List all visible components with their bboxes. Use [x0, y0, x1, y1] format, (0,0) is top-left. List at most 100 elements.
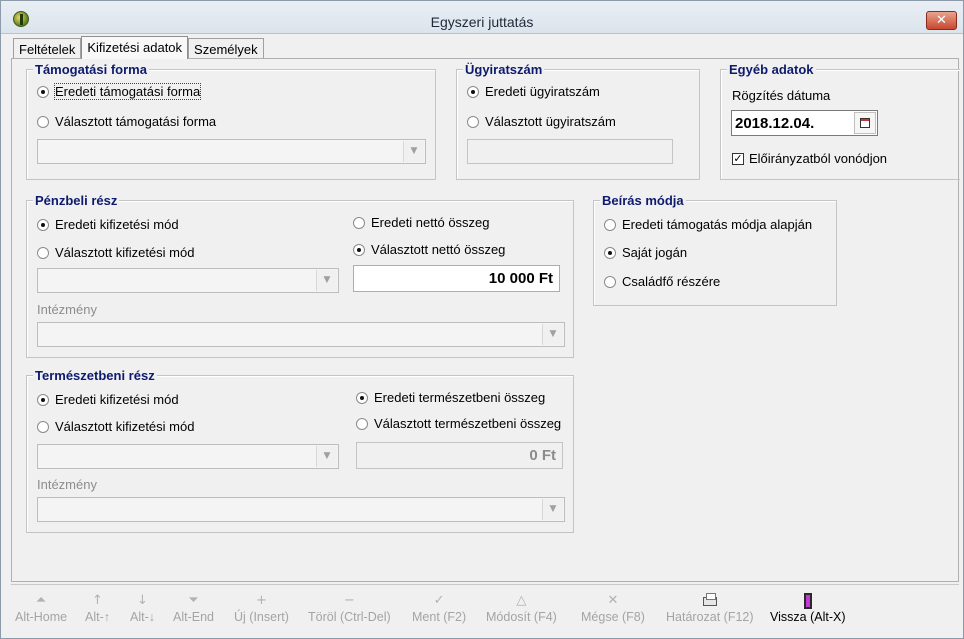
- modify-button[interactable]: △ Módosít (F4): [486, 593, 557, 624]
- group-ugyiratszam: Ügyiratszám Eredeti ügyiratszám Választo…: [456, 62, 700, 180]
- tab-szemelyek[interactable]: Személyek: [188, 38, 264, 59]
- group-egyeb-adatok: Egyéb adatok Rögzítés dátuma 2018.12.04.…: [720, 62, 960, 180]
- radio-label: Választott kifizetési mód: [55, 419, 195, 434]
- radio-label: Választott természetbeni összeg: [374, 416, 562, 431]
- netto-osszeg-value: 10 000 Ft: [488, 270, 553, 287]
- tab-bar: Feltételek Kifizetési adatok Személyek: [13, 36, 264, 59]
- exit-door-icon: [798, 593, 818, 609]
- radio-label: Eredeti támogatási forma: [53, 83, 202, 100]
- bottom-toolbar: ⏶ Alt-Home ↑ Alt-↑ ↓ Alt-↓ ⏷ Alt-End + Ú…: [11, 584, 959, 632]
- radio-term-eredeti-kifizetesi-mod[interactable]: Eredeti kifizetési mód: [37, 392, 179, 407]
- penz-intezmeny-select[interactable]: ▼: [37, 322, 565, 347]
- arrow-up-icon: ↑: [92, 593, 103, 608]
- radio-dot: [37, 85, 49, 98]
- printer-icon: [700, 593, 720, 609]
- radio-label: Választott támogatási forma: [55, 114, 217, 129]
- alt-home-button[interactable]: ⏶ Alt-Home: [15, 593, 67, 624]
- chevron-down-icon[interactable]: ▼: [316, 446, 337, 467]
- term-intezmeny-select[interactable]: ▼: [37, 497, 565, 522]
- chevron-down-icon[interactable]: ▼: [542, 324, 563, 345]
- group-title: Egyéb adatok: [727, 62, 816, 77]
- term-kifizetesi-mod-select[interactable]: ▼: [37, 444, 339, 469]
- radio-valasztott-tamogatasi-forma[interactable]: Választott támogatási forma: [37, 114, 216, 129]
- checkmark-icon: ✓: [433, 593, 445, 608]
- last-record-icon: ⏷: [188, 593, 199, 608]
- check-icon: ✓: [732, 151, 744, 165]
- termeszetbeni-osszeg-field[interactable]: 0 Ft: [356, 442, 563, 469]
- radio-eredeti-tamogatasi-forma[interactable]: Eredeti támogatási forma: [37, 83, 202, 100]
- rogzites-datuma-field[interactable]: 2018.12.04.: [731, 110, 878, 136]
- date-picker-button[interactable]: [854, 112, 876, 134]
- eloiranyzat-checkbox[interactable]: ✓ Előirányzatból vonódjon: [732, 151, 887, 166]
- tamogatasi-forma-select[interactable]: ▼: [37, 139, 426, 164]
- radio-eredeti-ugyiratszam[interactable]: Eredeti ügyiratszám: [467, 84, 600, 99]
- alt-down-button[interactable]: ↓ Alt-↓: [130, 593, 155, 624]
- radio-dot: [356, 417, 368, 430]
- radio-label: Választott nettó összeg: [371, 242, 506, 257]
- minus-icon: −: [343, 593, 355, 608]
- button-label: Határozat (F12): [666, 610, 754, 624]
- alt-up-button[interactable]: ↑ Alt-↑: [85, 593, 110, 624]
- save-button[interactable]: ✓ Ment (F2): [412, 593, 466, 624]
- resolution-button[interactable]: Határozat (F12): [666, 593, 754, 624]
- group-title: Támogatási forma: [33, 62, 149, 77]
- radio-valasztott-netto-osszeg[interactable]: Választott nettó összeg: [353, 242, 505, 257]
- radio-dot: [37, 246, 49, 259]
- radio-label: Eredeti támogatás módja alapján: [622, 217, 813, 232]
- radio-dot: [604, 275, 616, 288]
- button-label: Töröl (Ctrl-Del): [308, 610, 391, 624]
- radio-dot: [356, 391, 368, 404]
- first-record-icon: ⏶: [35, 593, 47, 608]
- ugyiratszam-field[interactable]: [467, 139, 673, 164]
- radio-dot: [604, 246, 616, 259]
- radio-label: Családfő részére: [622, 274, 721, 289]
- radio-dot: [467, 115, 479, 128]
- window-title: Egyszeri juttatás: [430, 14, 534, 30]
- tab-content: Támogatási forma Eredeti támogatási form…: [11, 58, 960, 582]
- radio-label: Eredeti természetbeni összeg: [374, 390, 546, 405]
- button-label: Alt-↓: [130, 610, 155, 624]
- radio-valasztott-ugyiratszam[interactable]: Választott ügyiratszám: [467, 114, 616, 129]
- group-penzbeli-resz: Pénzbeli rész Eredeti kifizetési mód Vál…: [26, 193, 574, 358]
- tab-feltetelek[interactable]: Feltételek: [13, 38, 82, 59]
- penz-kifizetesi-mod-select[interactable]: ▼: [37, 268, 339, 293]
- radio-eredeti-netto-osszeg[interactable]: Eredeti nettó összeg: [353, 215, 490, 230]
- radio-penz-eredeti-kifizetesi-mod[interactable]: Eredeti kifizetési mód: [37, 217, 179, 232]
- chevron-down-icon[interactable]: ▼: [316, 270, 337, 291]
- radio-label: Választott ügyiratszám: [485, 114, 616, 129]
- radio-sajat-jogan[interactable]: Saját jogán: [604, 245, 687, 260]
- arrow-down-icon: ↓: [137, 593, 148, 608]
- cancel-button[interactable]: ✕ Mégse (F8): [581, 593, 645, 624]
- button-label: Ment (F2): [412, 610, 467, 624]
- radio-csaladfo-reszere[interactable]: Családfő részére: [604, 274, 720, 289]
- checkbox-label: Előirányzatból vonódjon: [749, 151, 888, 166]
- chevron-down-icon[interactable]: ▼: [403, 141, 424, 162]
- back-button[interactable]: Vissza (Alt-X): [770, 593, 845, 624]
- radio-label: Eredeti nettó összeg: [371, 215, 490, 230]
- chevron-down-icon[interactable]: ▼: [542, 499, 563, 520]
- radio-label: Eredeti kifizetési mód: [55, 392, 179, 407]
- close-button[interactable]: ✕: [926, 11, 957, 30]
- alt-end-button[interactable]: ⏷ Alt-End: [173, 593, 214, 624]
- radio-term-valasztott-kifizetesi-mod[interactable]: Választott kifizetési mód: [37, 419, 194, 434]
- button-label: Mégse (F8): [581, 610, 645, 624]
- radio-penz-valasztott-kifizetesi-mod[interactable]: Választott kifizetési mód: [37, 245, 194, 260]
- netto-osszeg-field[interactable]: 10 000 Ft: [353, 265, 560, 292]
- group-title: Természetbeni rész: [33, 368, 157, 383]
- button-label: Alt-↑: [85, 610, 110, 624]
- button-label: Alt-Home: [15, 610, 68, 624]
- radio-eredeti-termeszetbeni-osszeg[interactable]: Eredeti természetbeni összeg: [356, 390, 545, 405]
- date-value: 2018.12.04.: [735, 115, 815, 132]
- tab-kifizetesi-adatok[interactable]: Kifizetési adatok: [81, 36, 189, 59]
- door-shape: [803, 593, 812, 609]
- delete-button[interactable]: − Töröl (Ctrl-Del): [308, 593, 391, 624]
- radio-dot: [37, 218, 49, 231]
- radio-valasztott-termeszetbeni-osszeg[interactable]: Választott természetbeni összeg: [356, 416, 561, 431]
- new-button[interactable]: + Új (Insert): [234, 593, 289, 624]
- triangle-up-icon: △: [516, 593, 527, 608]
- group-title: Beírás módja: [600, 193, 686, 208]
- intezmeny-label: Intézmény: [37, 302, 97, 317]
- radio-dot: [37, 115, 49, 128]
- radio-eredeti-tamogatas-modja[interactable]: Eredeti támogatás módja alapján: [604, 217, 812, 232]
- calendar-icon: [860, 118, 870, 128]
